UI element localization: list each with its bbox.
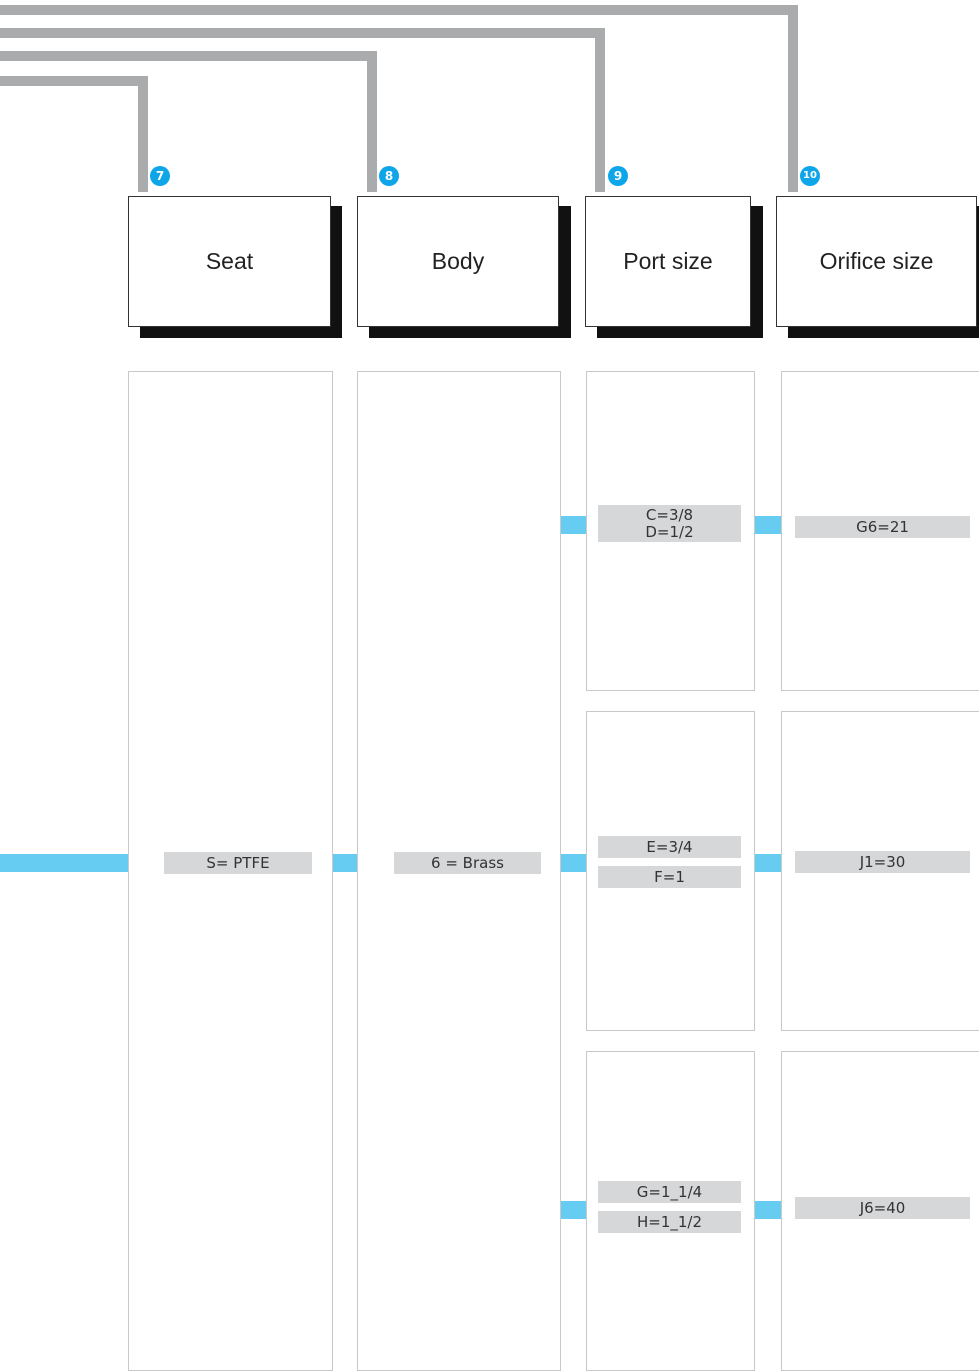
port-option-label: C=3/8 bbox=[645, 506, 694, 524]
link-bar bbox=[561, 854, 586, 872]
port-option-label: D=1/2 bbox=[645, 523, 694, 541]
link-bar bbox=[561, 516, 586, 534]
link-bar bbox=[561, 1201, 586, 1219]
port-option-chip[interactable]: H=1_1/2 bbox=[598, 1211, 741, 1233]
header-orifice-size: Orifice size bbox=[776, 196, 977, 327]
header-port-size-label: Port size bbox=[623, 248, 713, 274]
header-seat: Seat bbox=[128, 196, 331, 327]
header-body-label: Body bbox=[431, 248, 485, 274]
link-bar bbox=[0, 854, 128, 872]
step-badge-10: 10 bbox=[800, 166, 820, 186]
link-bar bbox=[755, 854, 781, 872]
step-badge-9: 9 bbox=[608, 166, 628, 186]
port-option-chip[interactable]: F=1 bbox=[598, 866, 741, 888]
port-option-chip-group1[interactable]: C=3/8 D=1/2 bbox=[598, 505, 741, 542]
step-badge-7: 7 bbox=[150, 166, 170, 186]
link-bar bbox=[755, 1201, 781, 1219]
port-option-chip[interactable]: E=3/4 bbox=[598, 836, 741, 858]
link-bar bbox=[333, 854, 357, 872]
link-bar bbox=[755, 516, 781, 534]
seat-option-chip[interactable]: S= PTFE bbox=[164, 852, 312, 874]
header-seat-label: Seat bbox=[205, 248, 254, 274]
header-body: Body bbox=[357, 196, 559, 327]
orifice-option-chip[interactable]: J1=30 bbox=[795, 851, 970, 873]
port-option-chip[interactable]: G=1_1/4 bbox=[598, 1181, 741, 1203]
step-badge-8: 8 bbox=[379, 166, 399, 186]
body-option-chip[interactable]: 6 = Brass bbox=[394, 852, 541, 874]
header-orifice-size-label: Orifice size bbox=[819, 248, 934, 274]
header-port-size: Port size bbox=[585, 196, 751, 327]
orifice-option-chip[interactable]: J6=40 bbox=[795, 1197, 970, 1219]
orifice-option-chip[interactable]: G6=21 bbox=[795, 516, 970, 538]
